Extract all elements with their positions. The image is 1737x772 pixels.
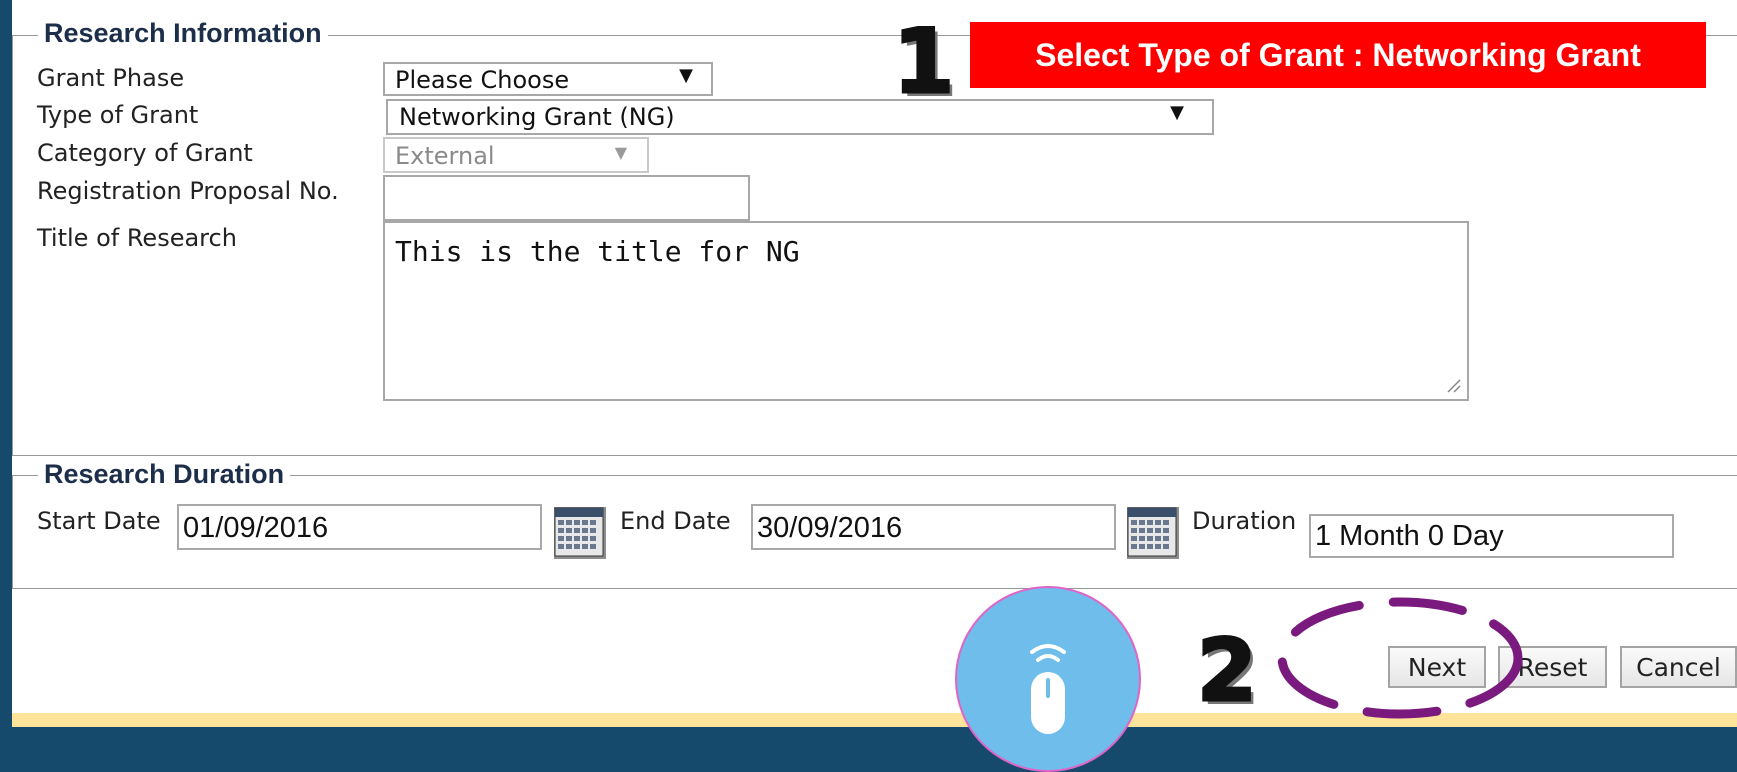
next-button-highlight-ring (1277, 597, 1523, 719)
mouse-click-icon (1030, 644, 1066, 734)
end-date-value: 30/09/2016 (757, 512, 903, 544)
resize-grip-icon[interactable] (1445, 377, 1461, 393)
type-of-grant-value: Networking Grant (NG) (399, 103, 675, 131)
chevron-down-icon: ▼ (679, 65, 693, 86)
start-date-label: Start Date (37, 507, 161, 535)
category-of-grant-value: External (395, 142, 495, 170)
type-of-grant-label: Type of Grant (37, 101, 199, 129)
duration-value: 1 Month 0 Day (1315, 520, 1504, 552)
registration-proposal-no-label: Registration Proposal No. (37, 177, 339, 205)
title-of-research-textarea[interactable]: This is the title for NG (383, 221, 1469, 401)
chevron-down-icon: ▼ (1170, 102, 1184, 123)
research-duration-legend: Research Duration (38, 459, 291, 489)
grant-phase-value: Please Choose (395, 66, 570, 94)
end-date-label: End Date (620, 507, 731, 535)
research-information-legend: Research Information (38, 18, 328, 48)
calendar-icon[interactable] (552, 505, 608, 561)
start-date-value: 01/09/2016 (183, 512, 329, 544)
step2-number: 2 (1196, 621, 1259, 721)
title-of-research-value: This is the title for NG (395, 235, 800, 268)
calendar-icon[interactable] (1125, 505, 1181, 561)
start-date-input[interactable]: 01/09/2016 (177, 504, 542, 550)
duration-label: Duration (1192, 507, 1297, 535)
category-of-grant-select: External ▼ (383, 137, 649, 173)
end-date-input[interactable]: 30/09/2016 (751, 504, 1116, 550)
type-of-grant-select[interactable]: Networking Grant (NG) ▼ (386, 99, 1214, 135)
category-of-grant-label: Category of Grant (37, 139, 253, 167)
title-of-research-label: Title of Research (37, 224, 237, 252)
mouse-click-indicator (955, 586, 1141, 772)
grant-phase-select[interactable]: Please Choose ▼ (383, 62, 713, 96)
cancel-button[interactable]: Cancel (1620, 646, 1737, 688)
duration-input: 1 Month 0 Day (1309, 514, 1674, 558)
step1-number: 1 (891, 10, 955, 113)
step1-instruction-banner: Select Type of Grant : Networking Grant (970, 22, 1706, 88)
chevron-down-icon: ▼ (614, 143, 627, 162)
grant-phase-label: Grant Phase (37, 64, 185, 92)
registration-proposal-no-input[interactable] (383, 175, 750, 221)
